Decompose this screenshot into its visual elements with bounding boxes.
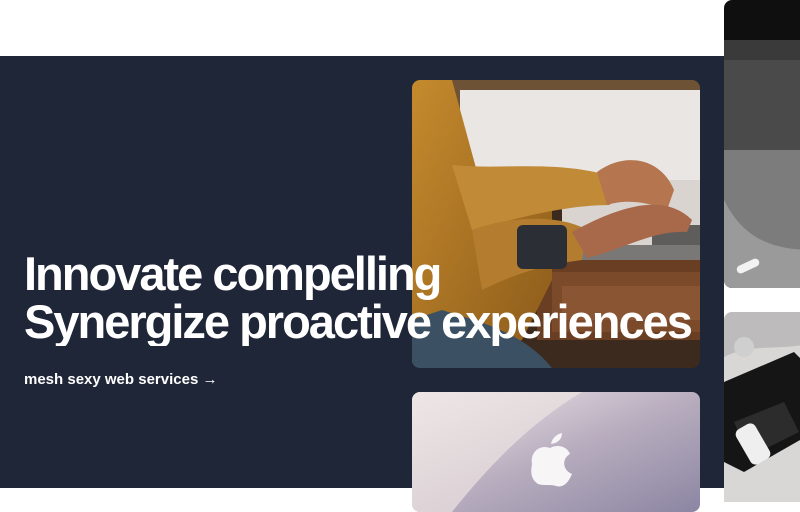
headline-line-1: Innovate compelling xyxy=(24,250,442,300)
hero-headline: Innovate compelling Synergize proactive … xyxy=(24,250,800,346)
cta-link[interactable]: mesh sexy web services → xyxy=(24,371,217,388)
dark-laptop-photo[interactable] xyxy=(724,0,800,288)
top-navigation-bar xyxy=(0,0,724,56)
headline-line-2: Synergize proactive experiences xyxy=(24,295,693,346)
apple-laptop-lid-photo[interactable] xyxy=(412,392,700,512)
